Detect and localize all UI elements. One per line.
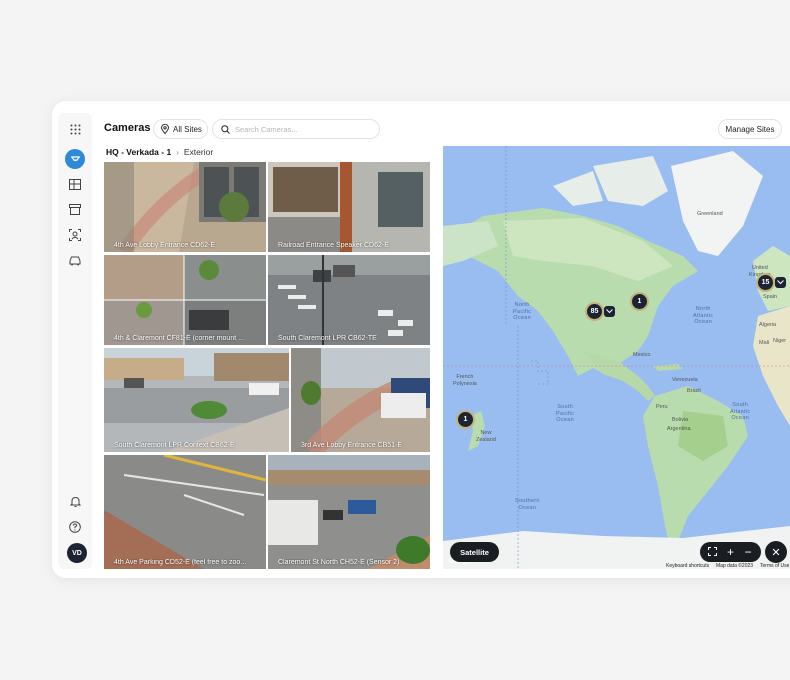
grid-dots-icon[interactable] [65, 119, 85, 139]
chevron-right-icon: › [176, 147, 179, 157]
map-label-venezuela: Venezuela [672, 377, 698, 383]
camera-feed [268, 162, 430, 252]
map-label-mexico: Mexico [633, 352, 651, 358]
camera-name: South Claremont LPR Context CB62-E [114, 442, 235, 449]
fullscreen-icon[interactable] [706, 546, 720, 558]
map-label-french-polynesia: French Polynesia [453, 374, 477, 387]
chevron-down-icon[interactable] [775, 277, 786, 288]
search-icon [221, 124, 230, 134]
map-label-south-atlantic: South Atlantic Ocean [730, 402, 751, 421]
map-data-label: Map data ©2023 [716, 563, 754, 569]
map-label-peru: Peru [656, 404, 668, 410]
map-label-north-atlantic: North Atlantic Ocean [693, 306, 714, 325]
page-title: Cameras [104, 122, 151, 134]
floor-plan-icon[interactable] [65, 174, 85, 194]
zoom-in-button[interactable]: + [723, 546, 737, 558]
camera-tile[interactable]: South Claremont LPR Context CB62-E [104, 348, 289, 452]
camera-name: South Claremont LPR CB62-TE [278, 335, 377, 342]
map-label-southern-ocean: Southern Ocean [515, 498, 540, 511]
location-pin-icon [161, 124, 169, 134]
all-sites-label: All Sites [173, 124, 202, 134]
breadcrumb-area: Exterior [183, 147, 214, 157]
map-label-spain: Spain [763, 294, 778, 300]
map-cluster-marker[interactable]: 1 [630, 292, 649, 311]
map-view[interactable]: Greenland North Pacific Ocean North Atla… [443, 146, 790, 569]
camera-feed [268, 455, 430, 569]
camera-feed [104, 255, 266, 345]
help-icon[interactable] [65, 517, 85, 537]
chevron-down-icon[interactable] [604, 306, 615, 317]
camera-feed [268, 255, 430, 345]
map-label-argentina: Argentina [667, 426, 691, 432]
map-cluster-marker[interactable]: 85 [585, 302, 604, 321]
search-bar [212, 119, 380, 139]
manage-sites-button[interactable]: Manage Sites [718, 119, 782, 139]
camera-tile[interactable]: 4th Ave Lobby Entrance CD62-E [104, 162, 266, 252]
bell-icon[interactable] [65, 492, 85, 512]
avatar[interactable]: VD [67, 543, 87, 563]
camera-feed [104, 348, 289, 452]
camera-tile[interactable]: 4th & Claremont CF81-E (corner mount ... [104, 255, 266, 345]
camera-name: 4th Ave Lobby Entrance CD62-E [114, 242, 216, 249]
close-map-button[interactable]: ✕ [765, 541, 787, 563]
map-label-south-pacific: South Pacific Ocean [556, 404, 575, 423]
sidebar [58, 113, 92, 569]
zoom-out-button[interactable]: − [741, 546, 755, 558]
camera-tile[interactable]: South Claremont LPR CB62-TE [268, 255, 430, 345]
camera-feed [104, 162, 266, 252]
camera-feed [291, 348, 430, 452]
camera-name: 4th & Claremont CF81-E (corner mount ... [114, 335, 244, 342]
camera-dome-icon[interactable] [65, 149, 85, 169]
map-label-niger: Niger [773, 338, 787, 344]
map-label-greenland: Greenland [697, 211, 723, 217]
archive-box-icon[interactable] [65, 199, 85, 219]
camera-name: Claremont St North CH52-E (Sensor 2) [278, 559, 400, 566]
camera-tile[interactable]: Railroad Entrance Speaker CD62-E [268, 162, 430, 252]
satellite-toggle-button[interactable]: Satellite [450, 542, 499, 562]
map-cluster-marker[interactable]: 1 [456, 410, 475, 429]
camera-feed [104, 455, 266, 569]
camera-tile[interactable]: Claremont St North CH52-E (Sensor 2) [268, 455, 430, 569]
map-label-algeria: Algeria [759, 322, 777, 328]
breadcrumb-site[interactable]: HQ - Verkada - 1 [106, 147, 171, 157]
world-map [443, 146, 790, 569]
map-label-mali: Mali [759, 340, 770, 346]
vehicle-icon[interactable] [65, 250, 85, 270]
map-label-brazil: Brazil [687, 388, 701, 394]
camera-name: 3rd Ave Lobby Entrance CB51-E [301, 442, 403, 449]
map-cluster-marker[interactable]: 15 [756, 273, 775, 292]
map-zoom-controls: + − [700, 542, 761, 562]
camera-name: 4th Ave Parking CD52-E (feel free to zoo… [114, 559, 247, 566]
all-sites-button[interactable]: All Sites [153, 119, 208, 139]
map-label-bolivia: Bolivia [672, 417, 689, 423]
camera-tile[interactable]: 3rd Ave Lobby Entrance CB51-E [291, 348, 430, 452]
camera-tile[interactable]: 4th Ave Parking CD52-E (feel free to zoo… [104, 455, 266, 569]
face-scan-icon[interactable] [65, 225, 85, 245]
terms-of-use-link[interactable]: Terms of Use [760, 563, 789, 569]
search-input[interactable] [235, 124, 375, 134]
keyboard-shortcuts-link[interactable]: Keyboard shortcuts [666, 563, 709, 569]
map-label-new-zealand: New Zealand [476, 430, 496, 443]
map-label-north-pacific: North Pacific Ocean [513, 302, 532, 321]
breadcrumb: HQ - Verkada - 1 › Exterior [106, 147, 213, 157]
camera-name: Railroad Entrance Speaker CD62-E [278, 242, 389, 249]
